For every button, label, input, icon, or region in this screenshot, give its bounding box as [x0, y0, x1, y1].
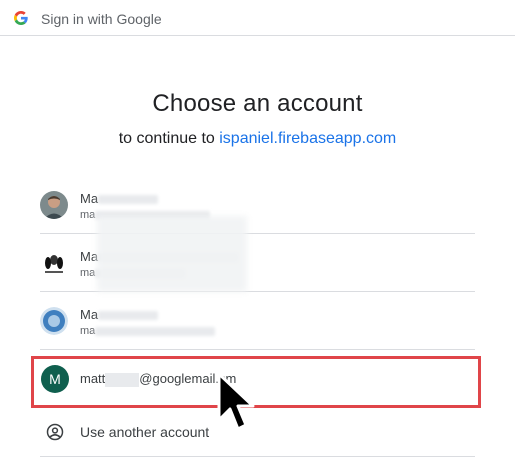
account-name: Ma	[80, 307, 159, 322]
mouse-pointer-icon	[217, 372, 255, 431]
account-row[interactable]: Ma ma	[40, 292, 475, 350]
use-another-account-label: Use another account	[80, 424, 210, 440]
account-email: ma	[80, 325, 216, 337]
redaction-overlay	[97, 216, 247, 292]
header-title: Sign in with Google	[41, 11, 162, 27]
app-domain-link[interactable]: ispaniel.firebaseapp.com	[219, 130, 396, 147]
subtitle-prefix: to continue to	[118, 130, 220, 147]
selection-highlight	[31, 356, 481, 408]
use-another-account-button[interactable]: Use another account	[40, 409, 475, 457]
header-bar: Sign in with Google	[0, 0, 515, 36]
account-name: Ma	[80, 191, 159, 206]
photo-avatar	[40, 191, 68, 219]
page-title: Choose an account	[152, 90, 363, 117]
page-subtitle: to continue to ispaniel.firebaseapp.com	[0, 130, 515, 148]
person-circle-icon	[46, 423, 64, 441]
spaniel-logo-avatar	[40, 249, 68, 277]
blue-crest-avatar	[40, 307, 68, 335]
google-g-icon	[14, 11, 28, 25]
